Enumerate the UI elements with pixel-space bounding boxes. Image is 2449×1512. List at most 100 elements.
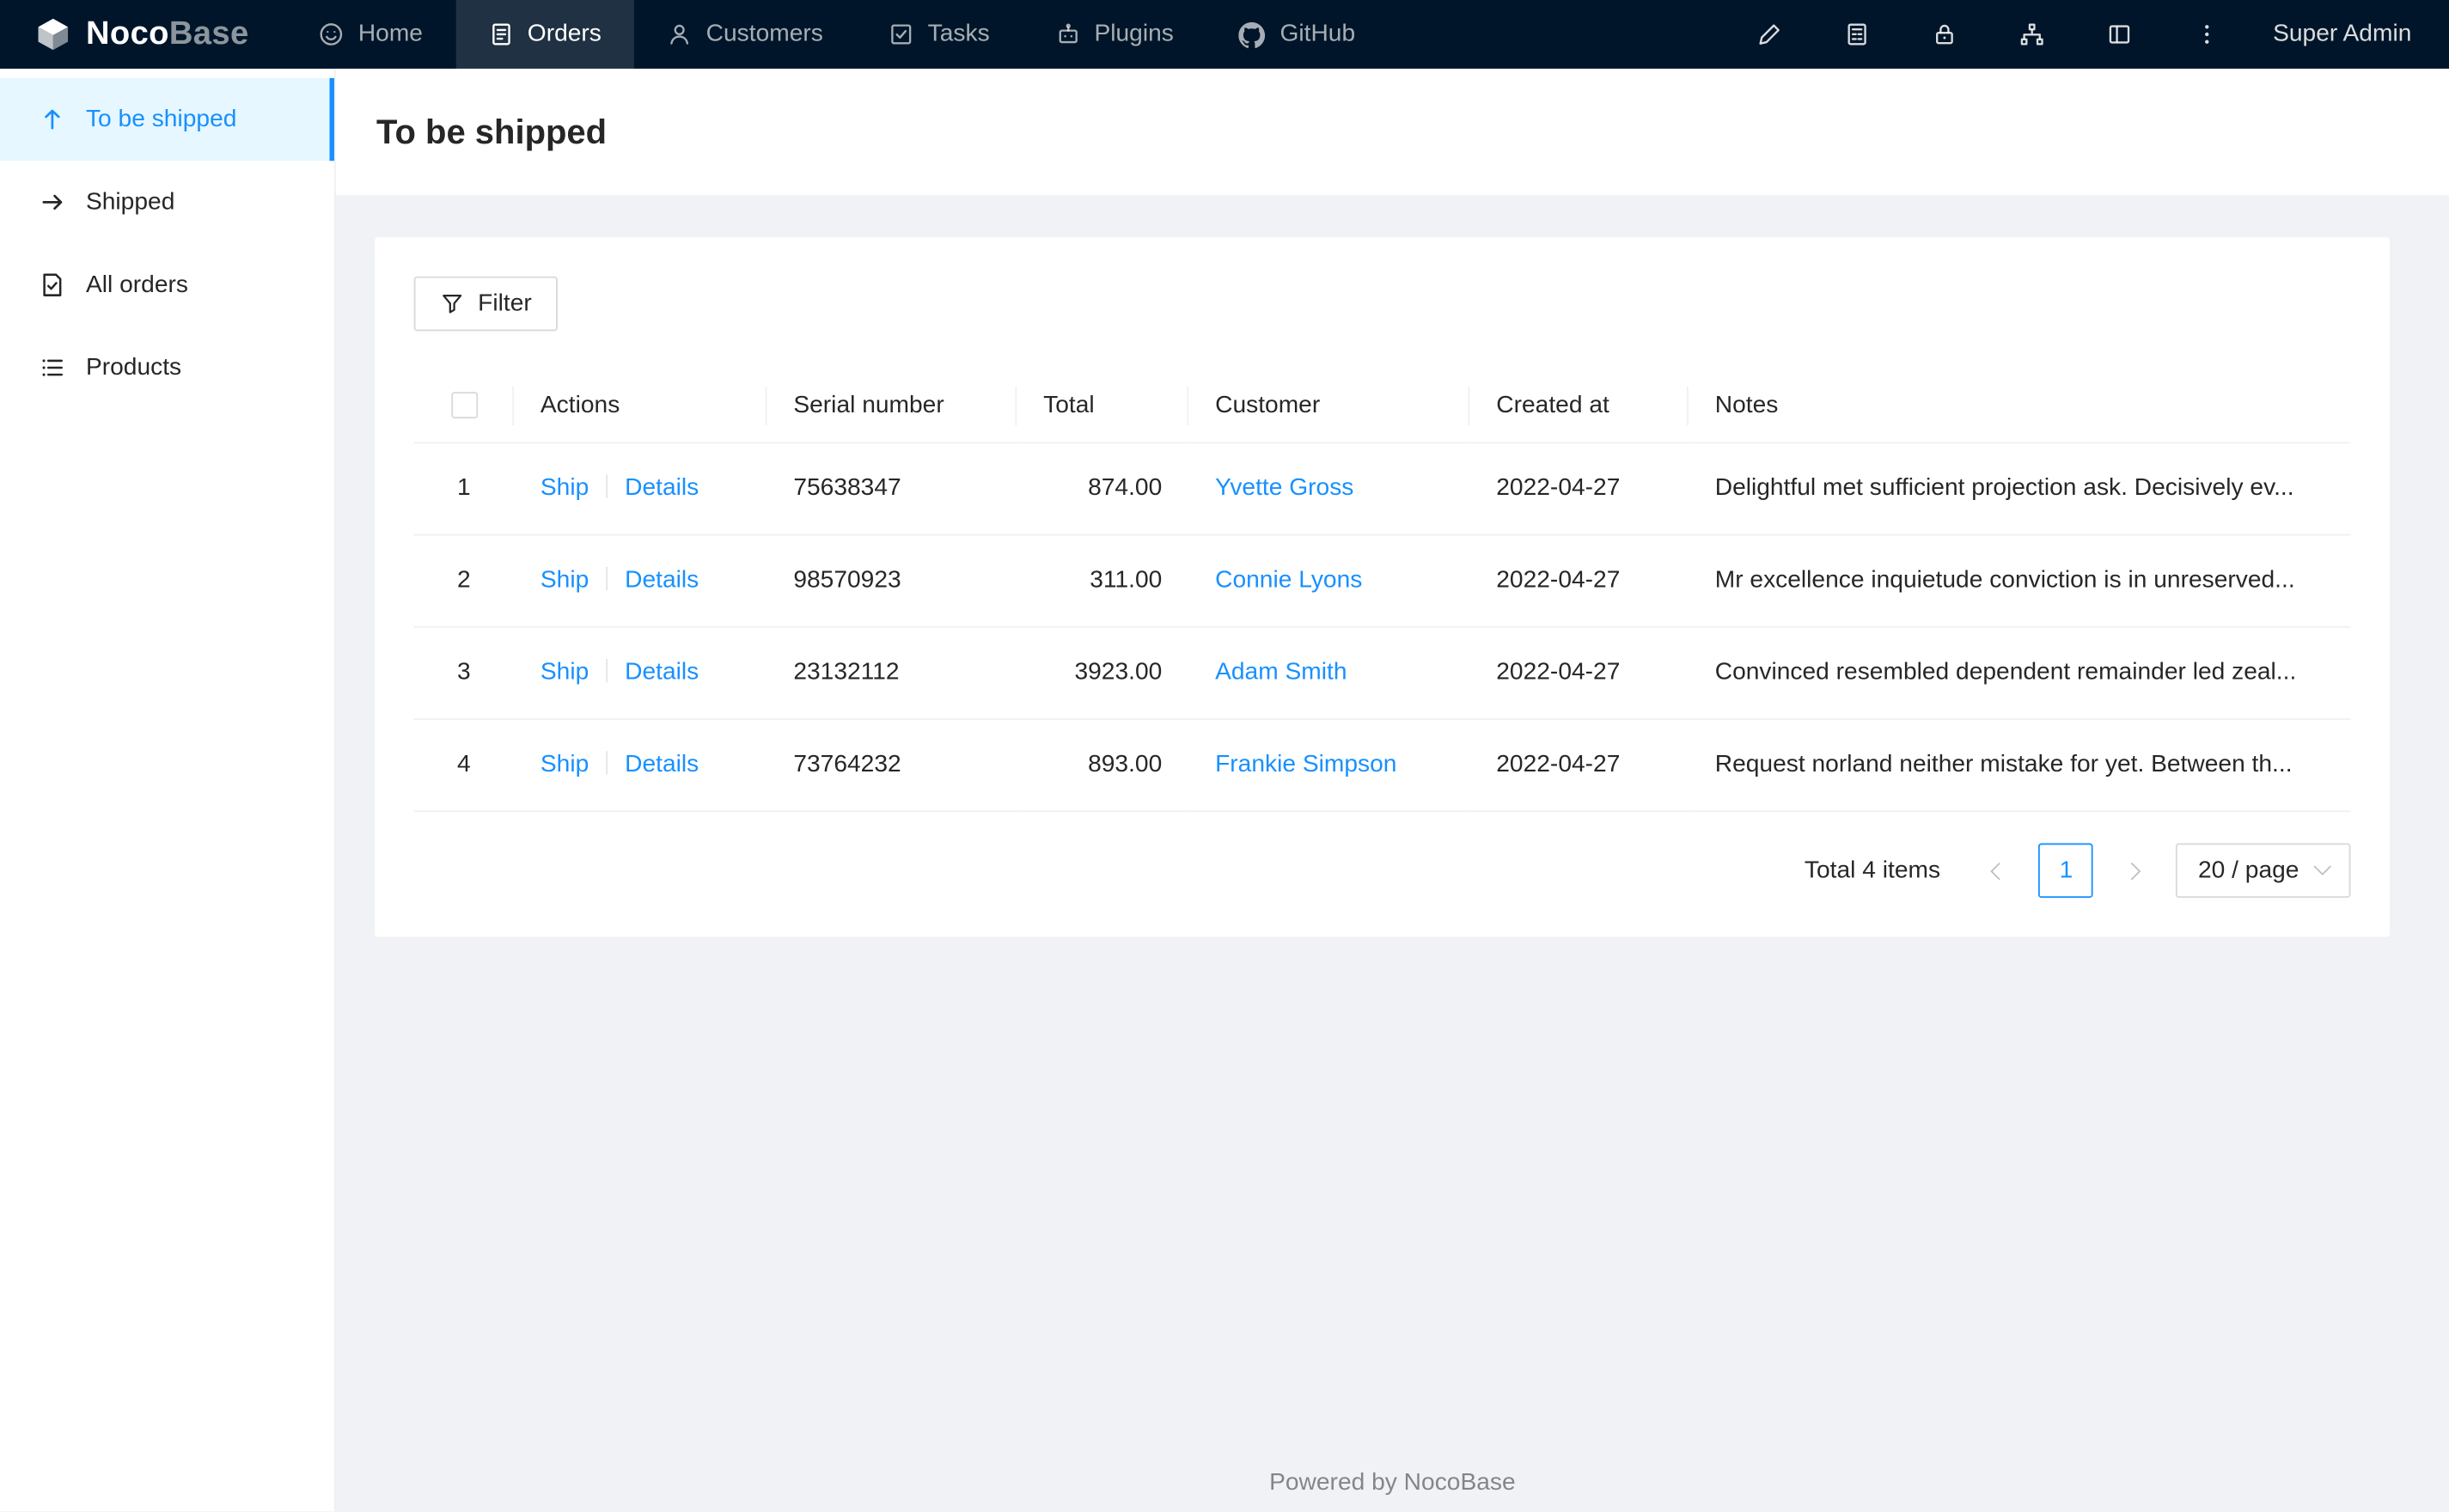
page-size-select[interactable]: 20 / page (2176, 843, 2351, 899)
customers-user-icon (670, 24, 689, 45)
column-header-notes: Notes (1688, 369, 2351, 444)
layout-button[interactable] (2076, 0, 2164, 69)
total-cell: 311.00 (1017, 534, 1189, 628)
column-header-serial: Serial number (766, 369, 1017, 444)
unordered-list-icon (42, 359, 63, 376)
column-header-customer: Customer (1188, 369, 1470, 444)
details-link[interactable]: Details (625, 567, 699, 594)
total-cell: 3923.00 (1017, 626, 1189, 720)
filter-button[interactable]: Filter (413, 276, 559, 332)
created-at-cell: 2022-04-27 (1469, 534, 1689, 628)
cube-logo-icon (38, 18, 69, 51)
ship-link[interactable]: Ship (540, 751, 589, 777)
sidebar-item-products[interactable]: Products (0, 326, 334, 409)
logo-text-noco: Noco (85, 15, 169, 52)
customer-link[interactable]: Connie Lyons (1215, 567, 1362, 594)
sidebar-item-label: To be shipped (85, 105, 237, 132)
customer-link[interactable]: Adam Smith (1215, 659, 1347, 686)
row-index: 3 (413, 626, 514, 720)
user-menu[interactable]: Super Admin (2273, 21, 2411, 49)
collections-button[interactable] (1814, 0, 1902, 69)
row-index: 1 (413, 442, 514, 536)
created-at-cell: 2022-04-27 (1469, 442, 1689, 536)
notes-cell: Mr excellence inquietude conviction is i… (1688, 534, 2351, 628)
table-row: 2 Ship Details 98570923 311.00 Connie Lyo… (413, 534, 2351, 628)
page-1-button[interactable]: 1 (2038, 843, 2094, 899)
apartment-icon (2021, 23, 2044, 46)
ship-link[interactable]: Ship (540, 567, 589, 594)
nav-item-github[interactable]: GitHub (1206, 0, 1388, 69)
lock-icon (1936, 24, 1954, 45)
table-row: 4 Ship Details 73764232 893.00 Frankie Si… (413, 719, 2351, 813)
navbar-actions: Super Admin (1726, 0, 2449, 69)
table-row: 1 Ship Details 75638347 874.00 Yvette Gro… (413, 442, 2351, 536)
sidebar-item-all-orders[interactable]: All orders (0, 244, 334, 326)
orders-table: Actions Serial number Total Customer Cre… (413, 369, 2351, 813)
pagination-total: Total 4 items (1804, 856, 1941, 883)
table-row: 3 Ship Details 23132112 3923.00 Adam Smit… (413, 626, 2351, 720)
action-divider (606, 566, 608, 591)
nav-label: GitHub (1279, 20, 1356, 47)
customer-link[interactable]: Frankie Simpson (1215, 751, 1396, 777)
table-header-row: Actions Serial number Total Customer Cre… (413, 369, 2351, 444)
page-title: To be shipped (376, 111, 608, 151)
nav-item-tasks[interactable]: Tasks (856, 0, 1023, 69)
page-header: To be shipped (335, 68, 2449, 196)
powered-by-footer: Powered by NocoBase (1269, 1469, 1516, 1497)
nav-item-customers[interactable]: Customers (634, 0, 856, 69)
details-link[interactable]: Details (625, 659, 699, 686)
action-divider (606, 751, 608, 775)
filter-button-label: Filter (478, 290, 532, 317)
nav-item-orders[interactable]: Orders (455, 0, 635, 69)
customer-link[interactable]: Yvette Gross (1215, 475, 1353, 502)
chevron-down-icon (2313, 857, 2332, 876)
next-page-button[interactable] (2108, 844, 2163, 899)
nav-label: Customers (705, 20, 823, 47)
check-square-icon (891, 24, 912, 45)
column-header-actions: Actions (513, 369, 767, 444)
notes-cell: Delightful met sufficient projection ask… (1688, 442, 2351, 536)
github-icon (1239, 21, 1266, 48)
nav-item-home[interactable]: Home (286, 0, 455, 69)
ship-link[interactable]: Ship (540, 659, 589, 686)
more-menu-button[interactable] (2164, 0, 2251, 69)
top-navbar: Noco Base Home Orders Customers Tasks Pl… (0, 0, 2449, 69)
total-cell: 893.00 (1017, 719, 1189, 813)
robot-icon (1058, 23, 1078, 44)
row-index: 4 (413, 719, 514, 813)
sidebar-item-to-be-shipped[interactable]: To be shipped (0, 77, 334, 162)
filter-funnel-icon (443, 295, 462, 314)
serial-cell: 75638347 (766, 442, 1017, 536)
workflow-button[interactable] (1988, 0, 2076, 69)
sidebar: To be shipped Shipped All orders Product… (0, 68, 336, 1512)
row-index: 2 (413, 534, 514, 628)
serial-cell: 23132112 (766, 626, 1017, 720)
ui-editor-button[interactable] (1726, 0, 1814, 69)
nocobase-logo[interactable]: Noco Base (0, 0, 286, 69)
select-all-checkbox[interactable] (450, 392, 478, 419)
details-link[interactable]: Details (625, 751, 699, 777)
collections-grid-icon (1847, 23, 1867, 46)
nav-label: Home (357, 20, 424, 47)
acl-button[interactable] (1901, 0, 1988, 69)
pen-icon (1759, 24, 1780, 45)
ship-link[interactable]: Ship (540, 475, 589, 502)
serial-cell: 98570923 (766, 534, 1017, 628)
column-header-total: Total (1017, 369, 1189, 444)
nav-label: Orders (527, 20, 602, 47)
created-at-cell: 2022-04-27 (1469, 626, 1689, 720)
column-header-created: Created at (1469, 369, 1689, 444)
prev-page-button[interactable] (1970, 844, 2025, 899)
chevron-left-icon (1990, 862, 2009, 880)
page-size-value: 20 / page (2197, 856, 2299, 883)
serial-cell: 73764232 (766, 719, 1017, 813)
sidebar-item-shipped[interactable]: Shipped (0, 161, 334, 243)
notes-cell: Convinced resembled dependent remainder … (1688, 626, 2351, 720)
notes-cell: Request norland neither mistake for yet.… (1688, 719, 2351, 813)
vertical-ellipsis-icon (2205, 25, 2209, 44)
nav-label: Plugins (1094, 20, 1174, 47)
orders-card: Filter Actions Serial number Total Custo… (375, 237, 2390, 937)
nav-item-plugins[interactable]: Plugins (1023, 0, 1206, 69)
nav-label: Tasks (927, 20, 990, 47)
details-link[interactable]: Details (625, 475, 699, 502)
